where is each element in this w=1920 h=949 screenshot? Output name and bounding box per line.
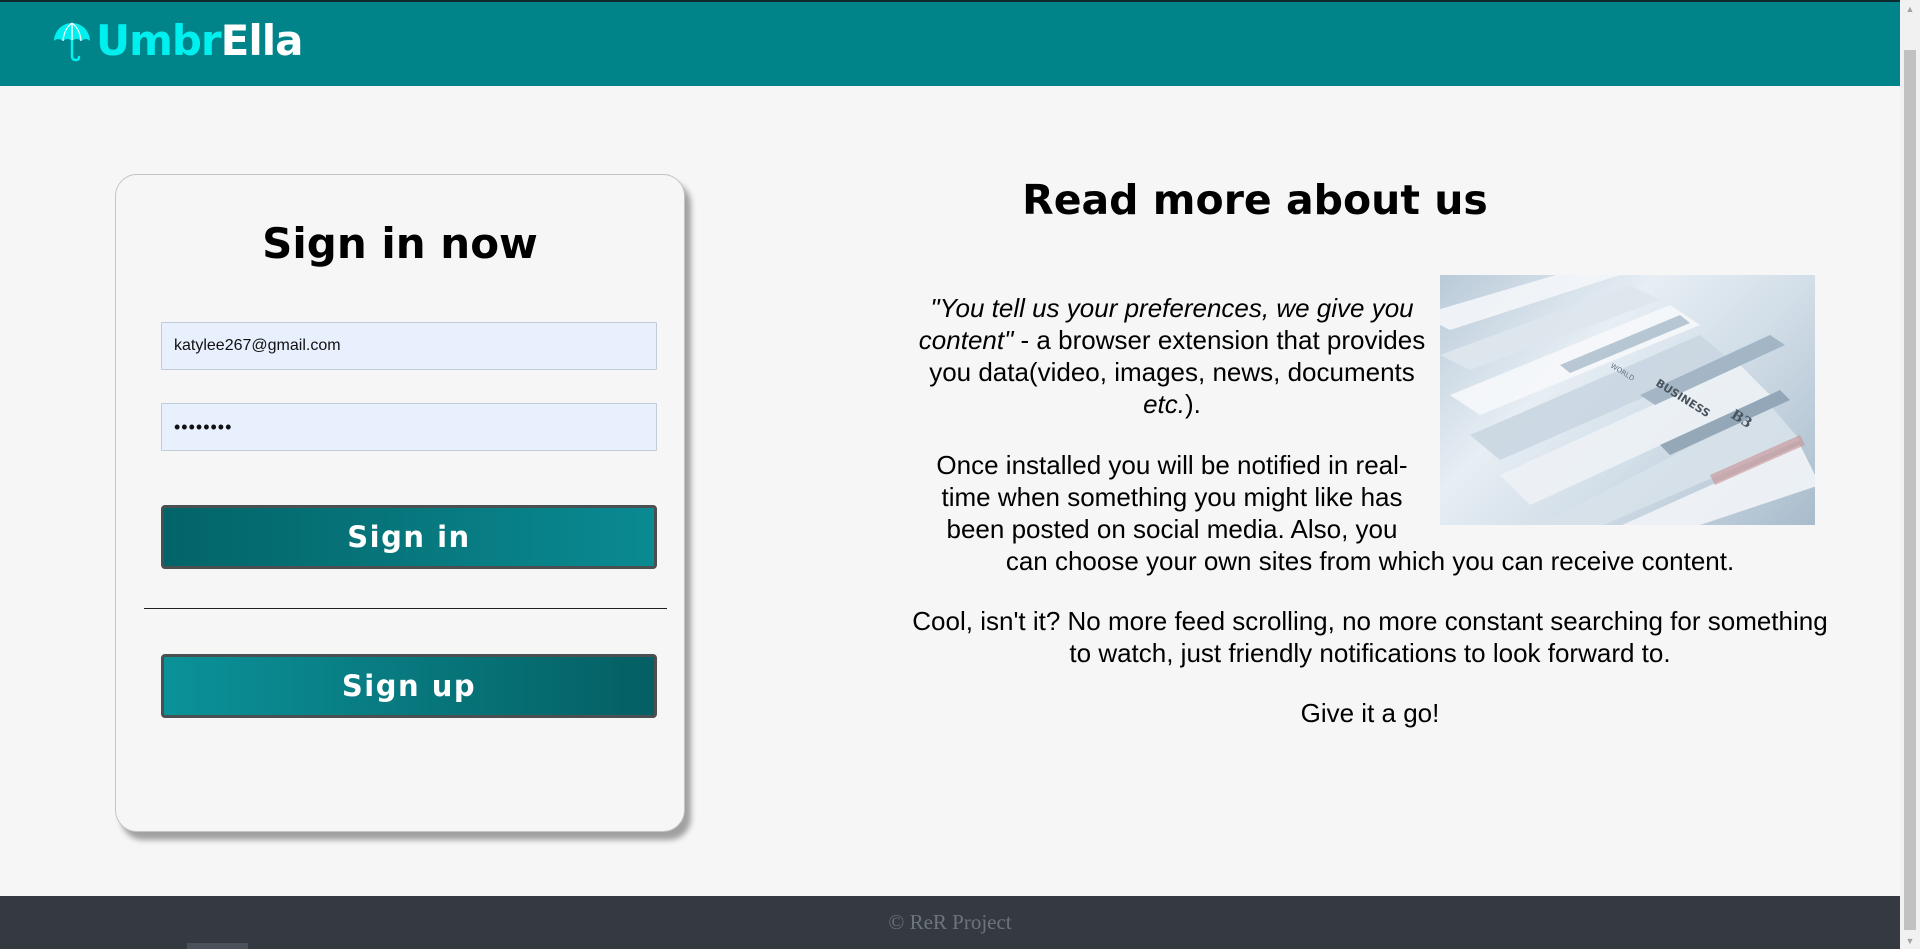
about-paragraph-1-end: ).: [1185, 389, 1201, 419]
brand-name-part2: Ella: [220, 16, 304, 65]
about-paragraph-2: Once installed you will be notified in r…: [936, 450, 1408, 544]
about-title: Read more about us: [1022, 176, 1488, 224]
footer-copyright: © ReR Project: [888, 910, 1012, 934]
newspapers-illustration: BUSINESS B3 WORLD: [1440, 275, 1815, 525]
brand-logo[interactable]: Umbr Ella: [50, 16, 304, 66]
about-paragraph-2-continued: can choose your own sites from which you…: [1005, 546, 1735, 576]
scrollbar-thumb[interactable]: [1904, 50, 1916, 930]
page: Umbr Ella Sign in now katylee267@gmail.c…: [0, 0, 1920, 949]
vertical-scrollbar[interactable]: ▲ ▼: [1900, 0, 1920, 949]
signin-card: Sign in now katylee267@gmail.com •••••••…: [115, 174, 685, 832]
password-field[interactable]: ••••••••: [161, 403, 657, 451]
about-paragraph-4: Give it a go!: [1300, 698, 1440, 728]
newspapers-image: BUSINESS B3 WORLD: [1440, 275, 1815, 525]
footer: © ReR Project: [0, 896, 1900, 949]
signin-button[interactable]: Sign in: [161, 505, 657, 569]
divider: [144, 608, 667, 609]
umbrella-icon: [54, 22, 90, 62]
email-field[interactable]: katylee267@gmail.com: [161, 322, 657, 370]
brand-name: Umbr Ella: [96, 16, 304, 65]
scroll-down-arrow-icon[interactable]: ▼: [1900, 932, 1920, 949]
signin-title: Sign in now: [262, 219, 538, 268]
scroll-up-arrow-icon[interactable]: ▲: [1900, 0, 1920, 17]
about-paragraph-3: Cool, isn't it? No more feed scrolling, …: [912, 606, 1828, 668]
signup-button[interactable]: Sign up: [161, 654, 657, 718]
brand-name-part1: Umbr: [96, 16, 222, 65]
about-etc: etc.: [1143, 389, 1186, 419]
about-paragraph-1: "You tell us your preferences, we give y…: [912, 292, 1432, 420]
footer-tab: [187, 943, 248, 949]
top-navbar: Umbr Ella: [0, 0, 1900, 86]
